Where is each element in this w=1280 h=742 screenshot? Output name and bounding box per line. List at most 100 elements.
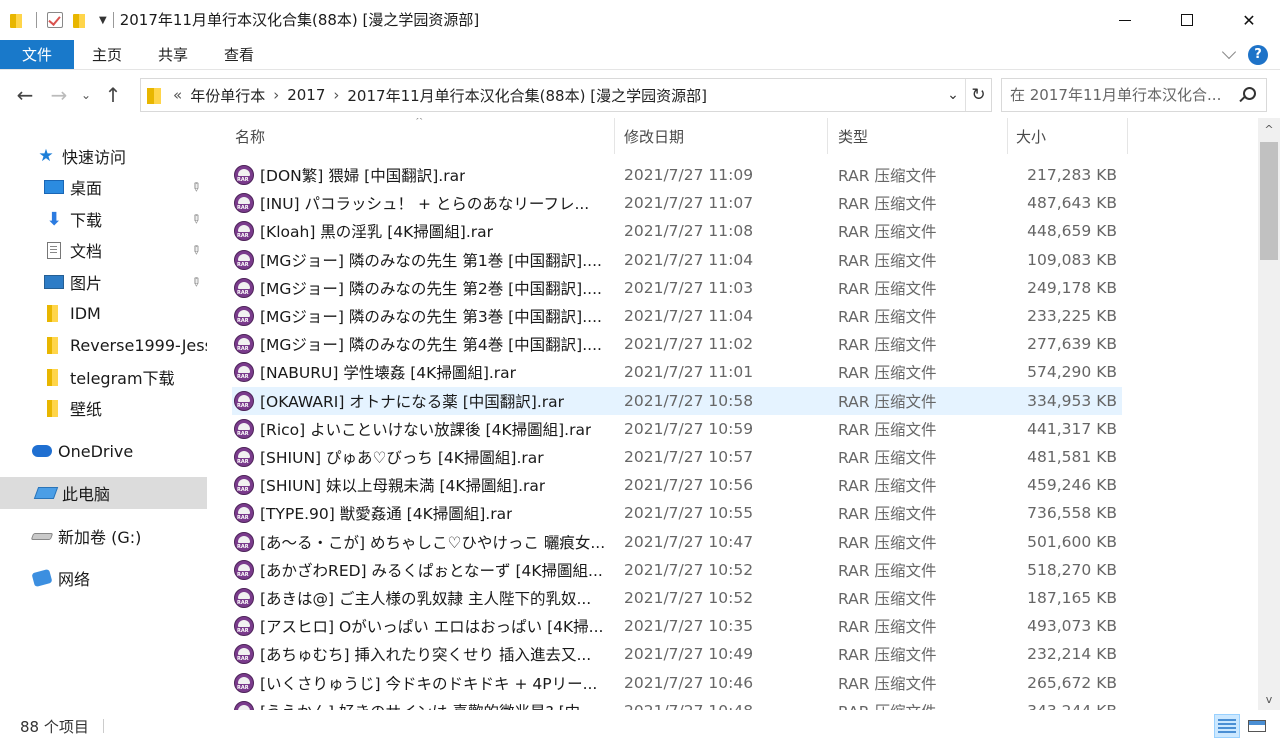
address-dropdown-icon[interactable]: ⌄ (941, 87, 965, 103)
expand-ribbon-chevron-icon[interactable] (1221, 44, 1237, 59)
file-row[interactable]: [SHIUN] 妹以上母親未満 [4K掃圖組].rar 2021/7/27 10:… (232, 471, 1122, 499)
large-icons-view-button[interactable] (1244, 714, 1270, 738)
file-row[interactable]: [INU] パコラッシュ！ + とらのあなリーフレ... 2021/7/27 11… (232, 189, 1122, 217)
pin-icon[interactable]: ✎ (187, 178, 204, 195)
back-button[interactable]: ← (8, 78, 42, 112)
file-row[interactable]: [NABURU] 学性壊姦 [4K掃圖組].rar 2021/7/27 11:01… (232, 358, 1122, 386)
sidebar-item[interactable]: ⬇ 下载 ✎ (0, 203, 207, 235)
new-folder-icon[interactable] (73, 12, 87, 28)
file-row[interactable]: [あ～る・こが] めちゃしこ♡ひやけっこ 曬痕女... 2021/7/27 10:… (232, 528, 1122, 556)
breadcrumb-item[interactable]: 2017 (281, 86, 331, 104)
sidebar-item-label: 文档 (70, 242, 103, 261)
search-input[interactable] (1010, 86, 1232, 104)
sidebar-item-label: 下载 (70, 211, 103, 230)
file-row[interactable]: [あちゅむち] 挿入れたり突くせり 插入進去又... 2021/7/27 10:4… (232, 640, 1122, 668)
tab-file[interactable]: 文件 (0, 40, 75, 69)
sidebar-item[interactable]: telegram下载 (0, 361, 207, 393)
file-row[interactable]: [あかざわRED] みるくぱぉとなーず [4K掃圖組... 2021/7/27 1… (232, 556, 1122, 584)
file-row[interactable]: [TYPE.90] 獣愛姦通 [4K掃圖組].rar 2021/7/27 10:5… (232, 499, 1122, 527)
details-view-button[interactable] (1214, 714, 1240, 738)
vertical-scrollbar[interactable]: ^ v (1258, 118, 1280, 710)
up-button[interactable]: ↑ (96, 78, 130, 112)
rar-archive-icon (234, 306, 254, 326)
search-icon[interactable] (1243, 87, 1256, 100)
sidebar-item[interactable]: 新加卷 (G:) (0, 520, 207, 552)
column-header-type[interactable]: 类型 (828, 118, 1008, 154)
tab-view[interactable]: 查看 (206, 40, 272, 69)
file-row[interactable]: [MGジョー] 隣のみなの先生 第1巻 [中国翻訳].... 2021/7/27 … (232, 246, 1122, 274)
maximize-button[interactable] (1156, 0, 1218, 40)
file-row[interactable]: [MGジョー] 隣のみなの先生 第2巻 [中国翻訳].... 2021/7/27 … (232, 274, 1122, 302)
file-row[interactable]: [いくさりゅうじ] 今ドキのドキドキ + 4Pリー... 2021/7/27 10… (232, 669, 1122, 697)
file-row[interactable]: [OKAWARI] オトナになる薬 [中国翻訳].rar 2021/7/27 10… (232, 386, 1122, 415)
properties-icon[interactable] (47, 12, 63, 28)
column-header-size[interactable]: 大小 (1008, 118, 1128, 154)
rar-archive-icon (234, 193, 254, 214)
file-size: 493,073 KB (1027, 617, 1117, 636)
tab-share[interactable]: 共享 (140, 40, 206, 69)
forward-button[interactable]: → (42, 78, 76, 112)
scroll-down-icon[interactable]: v (1258, 688, 1280, 710)
navigation-bar: ← → ⌄ ↑ « 年份单行本 › 2017 › 2017年11月单行本汉化合集… (0, 78, 1280, 112)
file-row[interactable]: [DON繁] 猥婦 [中国翻訳].rar 2021/7/27 11:09 RAR 压… (232, 161, 1122, 189)
file-size: 233,225 KB (1027, 307, 1117, 325)
help-icon[interactable]: ? (1248, 44, 1268, 65)
sidebar-item[interactable]: 壁纸 (0, 392, 207, 424)
tab-home[interactable]: 主页 (74, 40, 140, 69)
sidebar-item[interactable]: 网络 (0, 562, 207, 594)
close-button[interactable]: ✕ (1218, 0, 1280, 40)
file-row[interactable]: [Kloah] 黒の淫乳 [4K掃圖組].rar 2021/7/27 11:08 R… (232, 217, 1122, 245)
sidebar-item[interactable]: 文档 ✎ (0, 234, 207, 266)
address-bar[interactable]: « 年份单行本 › 2017 › 2017年11月单行本汉化合集(88本) [漫… (140, 78, 992, 112)
sidebar-item[interactable]: 此电脑 (0, 477, 207, 509)
sidebar-item[interactable]: ★ 快速访问 (0, 140, 207, 172)
refresh-icon[interactable]: ↻ (965, 79, 991, 111)
file-size: 334,953 KB (1027, 391, 1117, 410)
file-row[interactable]: [MGジョー] 隣のみなの先生 第3巻 [中国翻訳].... 2021/7/27 … (232, 302, 1122, 330)
breadcrumb-item[interactable]: 年份单行本 (184, 85, 271, 106)
file-row[interactable]: [アスヒロ] Oがいっぱい エロはおっぱい [4K掃... 2021/7/27 1… (232, 612, 1122, 640)
folder-icon (147, 87, 163, 104)
pin-icon[interactable]: ✎ (187, 273, 204, 290)
rar-archive-icon (234, 165, 254, 185)
file-name: [あかざわRED] みるくぱぉとなーず [4K掃圖組... (260, 561, 603, 580)
file-name: [DON繁] 猥婦 [中国翻訳].rar (260, 167, 466, 185)
breadcrumb-separator[interactable]: › (331, 86, 341, 104)
scroll-up-icon[interactable]: ^ (1258, 118, 1280, 140)
sidebar-item[interactable]: 桌面 ✎ (0, 171, 207, 203)
recent-locations-button[interactable]: ⌄ (76, 78, 96, 112)
sidebar-item[interactable]: IDM (0, 297, 207, 329)
file-type: RAR 压缩文件 (838, 561, 937, 580)
breadcrumb-separator[interactable]: › (271, 86, 281, 104)
customize-toolbar-chevron-icon[interactable]: ▼ (99, 15, 107, 26)
file-row[interactable]: [うえかん] 好きのサインは 喜歡的徵兆是? [中... 2021/7/27 10… (232, 697, 1122, 710)
sidebar-item[interactable]: 图片 ✎ (0, 266, 207, 298)
file-row[interactable]: [Rico] よいこといけない放課後 [4K掃圖組].rar 2021/7/27 … (232, 415, 1122, 443)
file-name-cell: [TYPE.90] 獣愛姦通 [4K掃圖組].rar (234, 499, 614, 527)
file-row[interactable]: [SHIUN] ぴゅあ♡びっち [4K掃圖組].rar 2021/7/27 10:… (232, 443, 1122, 471)
file-size: 501,600 KB (1027, 532, 1117, 551)
file-size: 265,672 KB (1027, 673, 1117, 692)
pin-icon[interactable]: ✎ (187, 210, 204, 227)
pictures-icon (44, 273, 64, 291)
scrollbar-thumb[interactable] (1260, 142, 1278, 260)
file-name: [MGジョー] 隣のみなの先生 第2巻 [中国翻訳].... (260, 279, 602, 298)
breadcrumb-item[interactable]: 2017年11月单行本汉化合集(88本) [漫之学园资源部] (341, 85, 713, 106)
ribbon-tabs: 文件 主页 共享 查看 ? (0, 40, 1280, 70)
sidebar-item[interactable]: Reverse1999-Jessi (0, 329, 207, 361)
item-count: 88 个项目 (20, 717, 89, 736)
column-header-label: 修改日期 (624, 127, 685, 146)
file-row[interactable]: [あきは@] ご主人様の乳奴隷 主人陛下的乳奴... 2021/7/27 10:5… (232, 584, 1122, 612)
search-box[interactable] (1001, 78, 1267, 112)
file-row[interactable]: [MGジョー] 隣のみなの先生 第4巻 [中国翻訳].... 2021/7/27 … (232, 330, 1122, 358)
column-header-name[interactable]: 名称 ^ (210, 118, 615, 154)
minimize-button[interactable] (1094, 0, 1156, 40)
breadcrumb-overflow[interactable]: « (171, 86, 184, 104)
pin-icon[interactable]: ✎ (187, 241, 204, 258)
file-name-cell: [INU] パコラッシュ！ + とらのあなリーフレ... (234, 189, 614, 217)
large-icons-view-icon (1248, 720, 1266, 732)
file-type: RAR 压缩文件 (838, 364, 937, 383)
sidebar-item[interactable]: OneDrive (0, 435, 207, 467)
file-size: 277,639 KB (1027, 335, 1117, 354)
column-header-date[interactable]: 修改日期 (615, 118, 828, 154)
